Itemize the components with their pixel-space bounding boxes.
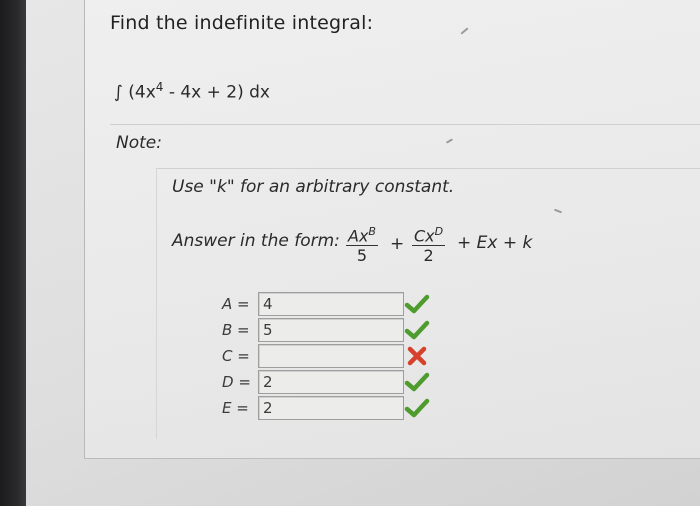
integral-prefix: ∫ (4x: [114, 82, 156, 103]
question-title: Find the indefinite integral:: [110, 12, 374, 34]
term-2-base: Cx: [414, 226, 435, 246]
integral-suffix: - 4x + 2) dx: [163, 82, 270, 103]
checkmark-icon: [404, 372, 430, 392]
answer-label-d: D =: [222, 373, 251, 391]
fraction-term-2: CxD 2: [412, 222, 446, 266]
answer-value-b: 5: [263, 321, 273, 339]
plus-sign: +: [390, 234, 405, 254]
constant-hint: Use "k" for an arbitrary constant.: [172, 177, 455, 197]
answer-form-prefix: Answer in the form:: [172, 231, 340, 251]
answer-form-tail: + Ex + k: [457, 233, 533, 253]
answer-input-b[interactable]: 5: [258, 318, 404, 342]
answer-input-d[interactable]: 2: [258, 370, 404, 394]
answer-label-c: C =: [222, 347, 250, 365]
answer-input-c[interactable]: [258, 344, 404, 368]
screen-bezel: [0, 0, 26, 506]
integral-expression: ∫ (4x4 - 4x + 2) dx: [114, 80, 270, 103]
answer-label-e: E =: [222, 399, 249, 417]
answer-label-b: B =: [222, 321, 250, 339]
term-1-exponent: B: [368, 225, 376, 238]
answer-input-e[interactable]: 2: [258, 396, 404, 420]
fraction-term-1-numerator: AxB: [346, 222, 378, 247]
fraction-term-1-denominator: 5: [356, 246, 368, 266]
answer-value-e: 2: [263, 399, 273, 417]
fraction-term-1: AxB 5: [346, 222, 378, 266]
note-label: Note:: [116, 133, 162, 153]
checkmark-icon: [404, 320, 430, 340]
checkmark-icon: [404, 398, 430, 418]
fraction-term-2-numerator: CxD: [412, 222, 446, 247]
x-mark-icon: [407, 346, 427, 366]
fraction-term-2-denominator: 2: [423, 246, 434, 266]
answer-label-a: A =: [222, 295, 250, 313]
checkmark-icon: [404, 294, 430, 314]
term-2-exponent: D: [434, 225, 444, 238]
answer-value-d: 2: [263, 373, 273, 391]
term-1-base: Ax: [348, 226, 369, 246]
answer-input-a[interactable]: 4: [258, 292, 404, 316]
answer-value-a: 4: [263, 295, 273, 313]
